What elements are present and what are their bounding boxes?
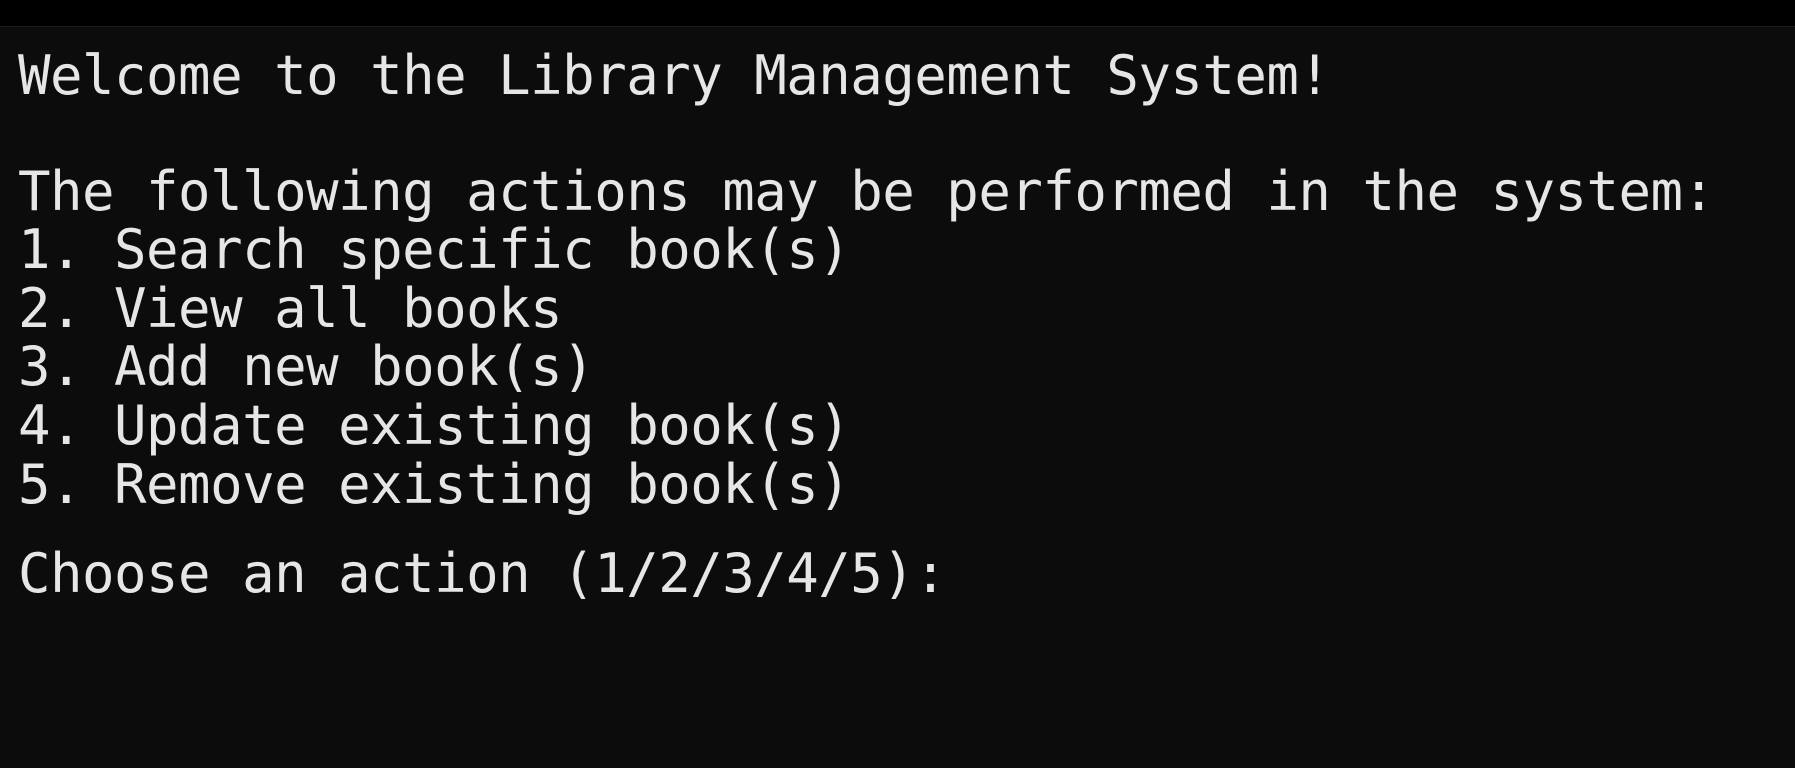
action-item-update: 4. Update existing book(s) [18,394,851,457]
welcome-line: Welcome to the Library Management System… [18,44,1331,107]
terminal-output[interactable]: Welcome to the Library Management System… [0,26,1795,768]
intro-line: The following actions may be performed i… [18,160,1715,223]
input-cursor[interactable] [990,665,992,666]
action-item-view-all: 2. View all books [18,277,563,340]
action-item-search: 1. Search specific book(s) [18,218,851,281]
action-item-add: 3. Add new book(s) [18,335,595,398]
action-item-remove: 5. Remove existing book(s) [18,453,851,516]
input-prompt: Choose an action (1/2/3/4/5): [18,542,947,605]
window-top-bar [0,0,1795,26]
